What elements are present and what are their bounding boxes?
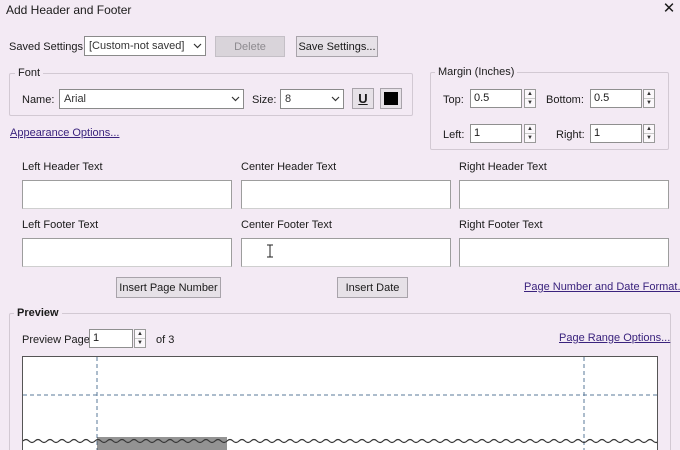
down-arrow-icon[interactable]: ▼ — [525, 134, 535, 142]
underline-button[interactable]: U — [352, 88, 374, 109]
font-name-value: Arial — [64, 93, 87, 105]
font-group-label: Font — [15, 67, 44, 79]
preview-page-input[interactable]: 1 — [89, 329, 133, 348]
right-footer-label: Right Footer Text — [459, 219, 543, 231]
right-header-textbox[interactable] — [459, 180, 669, 209]
margin-left-stepper[interactable]: ▲ ▼ — [524, 124, 536, 143]
saved-settings-label: Saved Settings: — [9, 41, 87, 53]
up-arrow-icon[interactable]: ▲ — [644, 90, 654, 99]
page-range-options-link[interactable]: Page Range Options... — [559, 332, 670, 344]
saved-settings-dropdown[interactable]: [Custom-not saved] — [84, 36, 206, 56]
page-number-date-format-link[interactable]: Page Number and Date Format... — [524, 281, 680, 293]
down-arrow-icon[interactable]: ▼ — [644, 134, 654, 142]
up-arrow-icon[interactable]: ▲ — [525, 90, 535, 99]
margin-right-label: Right: — [556, 129, 585, 141]
down-arrow-icon[interactable]: ▼ — [644, 99, 654, 107]
preview-margin-guides — [23, 357, 657, 450]
down-arrow-icon[interactable]: ▼ — [525, 99, 535, 107]
left-footer-textbox[interactable] — [22, 238, 232, 267]
right-header-label: Right Header Text — [459, 161, 547, 173]
margin-right-stepper[interactable]: ▲ ▼ — [643, 124, 655, 143]
preview-page-count: of 3 — [156, 334, 175, 346]
chevron-down-icon — [227, 90, 243, 108]
font-color-button[interactable] — [380, 88, 402, 109]
margin-right-input[interactable]: 1 — [590, 124, 642, 143]
preview-group-label: Preview — [14, 307, 62, 319]
insert-date-button[interactable]: Insert Date — [337, 277, 408, 298]
down-arrow-icon[interactable]: ▼ — [135, 339, 145, 347]
save-settings-button[interactable]: Save Settings... — [296, 36, 378, 57]
delete-button[interactable]: Delete — [215, 36, 285, 57]
margin-bottom-stepper[interactable]: ▲ ▼ — [643, 89, 655, 108]
margin-left-label: Left: — [443, 129, 465, 141]
preview-canvas — [22, 356, 658, 450]
preview-page-stepper[interactable]: ▲ ▼ — [134, 329, 146, 348]
font-size-dropdown[interactable]: 8 — [280, 89, 344, 109]
left-footer-label: Left Footer Text — [22, 219, 99, 231]
chevron-down-icon — [189, 37, 205, 55]
preview-page-label: Preview Page — [22, 334, 90, 346]
font-name-dropdown[interactable]: Arial — [59, 89, 244, 109]
text-cursor-icon — [267, 244, 273, 258]
dialog-title: Add Header and Footer — [6, 3, 132, 17]
margin-bottom-input[interactable]: 0.5 — [590, 89, 642, 108]
margin-top-label: Top: — [443, 94, 464, 106]
left-header-textbox[interactable] — [22, 180, 232, 209]
insert-page-number-button[interactable]: Insert Page Number — [116, 277, 221, 298]
margin-left-input[interactable]: 1 — [470, 124, 522, 143]
up-arrow-icon[interactable]: ▲ — [135, 330, 145, 339]
right-footer-textbox[interactable] — [459, 238, 669, 267]
margin-top-stepper[interactable]: ▲ ▼ — [524, 89, 536, 108]
margin-bottom-label: Bottom: — [546, 94, 584, 106]
margin-top-input[interactable]: 0.5 — [470, 89, 522, 108]
font-color-swatch — [384, 92, 398, 105]
margin-group-label: Margin (Inches) — [435, 66, 518, 78]
appearance-options-link[interactable]: Appearance Options... — [10, 127, 119, 139]
font-size-label: Size: — [252, 94, 277, 106]
close-icon[interactable]: ✕ — [662, 1, 676, 17]
saved-settings-value: [Custom-not saved] — [89, 40, 185, 52]
up-arrow-icon[interactable]: ▲ — [644, 125, 654, 134]
up-arrow-icon[interactable]: ▲ — [525, 125, 535, 134]
font-name-label: Name: — [22, 94, 55, 106]
center-footer-label: Center Footer Text — [241, 219, 332, 231]
left-header-label: Left Header Text — [22, 161, 103, 173]
center-header-textbox[interactable] — [241, 180, 451, 209]
chevron-down-icon — [327, 90, 343, 108]
font-size-value: 8 — [285, 93, 292, 105]
center-footer-textbox[interactable] — [241, 238, 451, 267]
center-header-label: Center Header Text — [241, 161, 337, 173]
